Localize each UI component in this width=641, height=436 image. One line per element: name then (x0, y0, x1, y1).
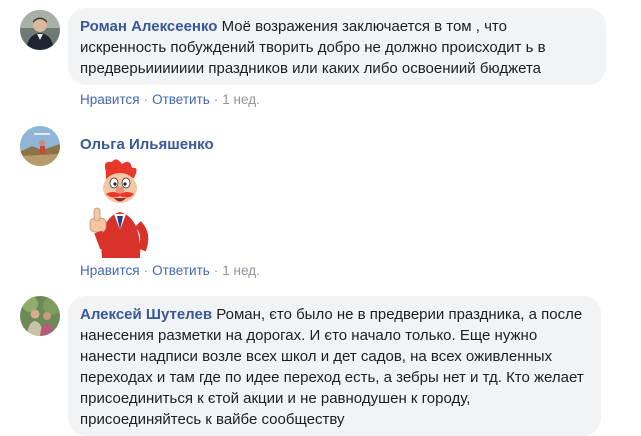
separator-dot: · (213, 263, 219, 278)
thumbs-up-cartoon-sticker[interactable] (84, 158, 156, 260)
avatar[interactable] (20, 296, 60, 336)
comment-bubble: Роман Алексеенко Моё возражения заключае… (68, 8, 606, 85)
comment-actions: Нравится · Ответить · 1 нед. (80, 91, 260, 109)
avatar[interactable] (20, 10, 60, 50)
comment-text: Роман, єто было не в предверии праздника… (80, 306, 588, 428)
comment-actions: Нравится · Ответить · 1 нед. (80, 262, 260, 280)
comment-timestamp[interactable]: 1 нед. (222, 263, 260, 278)
like-button[interactable]: Нравится (80, 92, 140, 107)
comment-author[interactable]: Роман Алексеенко (80, 18, 217, 35)
like-button[interactable]: Нравится (80, 263, 140, 278)
comment-author[interactable]: Ольга Ильяшенко (80, 136, 214, 153)
separator-dot: · (143, 92, 149, 107)
comment-author[interactable]: Алексей Шутелев (80, 306, 212, 323)
separator-dot: · (143, 263, 149, 278)
reply-button[interactable]: Ответить (152, 263, 210, 278)
avatar[interactable] (20, 126, 60, 166)
comment-timestamp[interactable]: 1 нед. (222, 92, 260, 107)
reply-button[interactable]: Ответить (152, 92, 210, 107)
comment-bubble: Алексей Шутелев Роман, єто было не в пре… (68, 296, 601, 436)
separator-dot: · (213, 92, 219, 107)
